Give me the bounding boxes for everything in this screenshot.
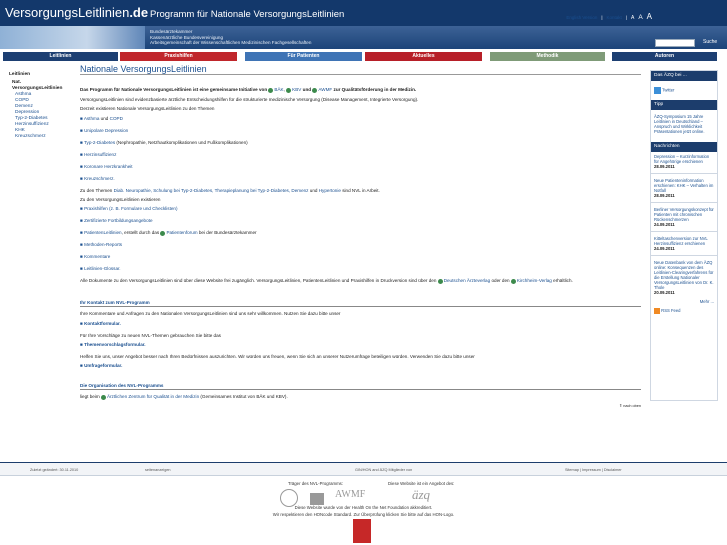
- praxishilfen-link[interactable]: Praxishilfen (z. B. Formulare und Checkl…: [84, 206, 177, 211]
- methoden-link[interactable]: Methoden-Reports: [84, 242, 122, 247]
- hon-logo[interactable]: [353, 519, 371, 543]
- site-logo[interactable]: VersorgungsLeitlinien.de: [5, 5, 148, 20]
- font-medium-button[interactable]: A: [638, 14, 642, 21]
- right-sidebar: Das ÄZQ bei ... Twitter Tipp ÄZQ-Symposi…: [650, 70, 718, 401]
- fortbildung-link[interactable]: Zertifizierte Fortbildungsangebote: [84, 218, 152, 223]
- font-small-button[interactable]: A: [631, 15, 634, 21]
- page-title: Programm für Nationale VersorgungsLeitli…: [150, 9, 345, 20]
- nav-5[interactable]: Autoren: [612, 52, 717, 61]
- bak-link[interactable]: BÄK: [274, 87, 283, 92]
- patientenleitlinien-link[interactable]: PatientenLeitlinien: [84, 230, 122, 235]
- rss-link[interactable]: RSS Feed: [661, 308, 680, 313]
- section-contact: Ihr Kontakt zum NVL-Programm: [80, 300, 641, 308]
- font-large-button[interactable]: A: [647, 12, 652, 21]
- diabetes-link[interactable]: Typ-2-Diabetes: [84, 140, 115, 145]
- patientenforum-link[interactable]: Patientenforum: [166, 230, 197, 235]
- nav-2[interactable]: Für Patienten: [245, 52, 362, 61]
- kreuzschmerz-link[interactable]: Kreuzschmerz.: [84, 176, 115, 181]
- left-nav: Leitlinien Nat. VersorgungsLeitlinien As…: [9, 72, 62, 140]
- kontakt-link[interactable]: Kontakt: [607, 15, 622, 20]
- section-organisation: Die Organisation des NVL-Programms: [80, 383, 641, 391]
- news-item[interactable]: Depression – Kurzinformation für Angehör…: [651, 152, 717, 171]
- aerzteverlag-link[interactable]: Deutschen Ärzteverlag: [444, 278, 490, 283]
- news-item[interactable]: Neue Patienteninformation erschienen: KH…: [651, 176, 717, 200]
- nav-4[interactable]: Methodik: [490, 52, 605, 61]
- copd-link[interactable]: COPD: [110, 116, 123, 121]
- search-input[interactable]: [655, 39, 695, 47]
- main-content: Nationale VersorgungsLeitlinien Das Prog…: [80, 64, 641, 409]
- nav-0[interactable]: Leitlinien: [3, 52, 118, 61]
- english-link[interactable]: English Version: [566, 15, 597, 20]
- twitter-link[interactable]: Twitter: [662, 88, 674, 93]
- box-heading-tipp: Tipp: [651, 100, 717, 110]
- twitter-icon: [654, 87, 661, 94]
- tipp-text[interactable]: ÄZQ-Symposium 15 Jahre Leitlinien in Deu…: [651, 110, 717, 142]
- kirchheim-link[interactable]: Kirchheim-Verlag: [517, 278, 552, 283]
- left-nav-head[interactable]: Leitlinien: [9, 72, 62, 78]
- content-title: Nationale VersorgungsLeitlinien: [80, 64, 641, 76]
- depression-link[interactable]: Unipolare Depression: [84, 128, 128, 133]
- kbv-logo[interactable]: [310, 493, 324, 505]
- rss-icon: [654, 308, 660, 314]
- khk-link[interactable]: Koronare Herzkrankheit: [84, 164, 133, 169]
- footer-bar: Zuletzt geändert: 30.11.2010 seitenanzei…: [0, 462, 727, 476]
- awmf-link[interactable]: AWMF: [318, 87, 332, 92]
- asthma-link[interactable]: Asthma: [84, 116, 100, 121]
- print-link[interactable]: seitenanzeigen: [145, 468, 171, 472]
- box-heading-news: Nachrichten: [651, 142, 717, 152]
- back-to-top-link[interactable]: ⇑ nach oben: [80, 404, 641, 409]
- hypertonie-link[interactable]: Hypertonie: [319, 188, 341, 193]
- left-nav-item[interactable]: Kreuzschmerz: [15, 134, 62, 140]
- news-item[interactable]: Kitteltaschenversion zur NVL Herzinsuffi…: [651, 234, 717, 253]
- aezq-logo[interactable]: äzq: [412, 487, 430, 503]
- kommentare-link[interactable]: Kommentare: [84, 254, 110, 259]
- org-list: Bundesärztekammer Kassenärztliche Bundesv…: [150, 29, 312, 46]
- news-item[interactable]: Neue Datenbank von dem ÄZQ online: Konse…: [651, 258, 717, 297]
- header-image: [0, 26, 145, 49]
- top-links: English Version | Kontakt | A A A: [566, 12, 652, 21]
- herzinsuffizienz-link[interactable]: Herzinsuffizienz: [84, 152, 116, 157]
- aezq-link[interactable]: Ärztlichen Zentrum für Qualität in der M…: [107, 394, 199, 399]
- umfrage-link[interactable]: Umfrageformular.: [84, 363, 122, 368]
- awmf-logo[interactable]: AWMF: [335, 489, 365, 500]
- box-heading-aezq: Das ÄZQ bei ...: [651, 71, 717, 81]
- themenvorschlag-link[interactable]: Themenvorschlagsformular.: [84, 342, 146, 347]
- news-item[interactable]: Berliner Versorgungskonzept für Patiente…: [651, 205, 717, 229]
- glossar-link[interactable]: Leitlinien-Glossar.: [84, 266, 121, 271]
- search-button[interactable]: Suche: [703, 39, 717, 45]
- more-link[interactable]: Mehr ...: [651, 297, 717, 306]
- kbv-link[interactable]: KBV: [292, 87, 301, 92]
- kontaktformular-link[interactable]: Kontaktformular.: [84, 321, 121, 326]
- nvl-in-arbeit-link[interactable]: Diab. Neuropathie, Schulung bei Typ-2-Di…: [114, 188, 309, 193]
- nav-3[interactable]: Aktuelles: [365, 52, 482, 61]
- nav-1[interactable]: Praxishilfen: [120, 52, 237, 61]
- footer-links[interactable]: Sitemap | Impressum | Disclaimer: [565, 468, 622, 472]
